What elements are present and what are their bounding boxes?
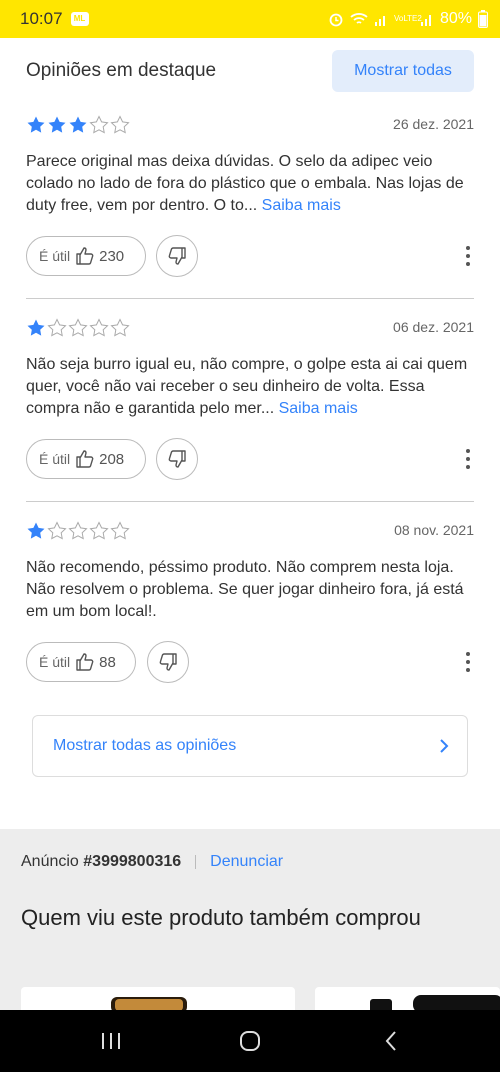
review-item: 06 dez. 2021 Não seja burro igual eu, nã… <box>26 318 474 488</box>
status-indicators: VoLTE2 80% <box>328 10 488 28</box>
useful-count: 208 <box>99 450 125 468</box>
useful-button[interactable]: É útil 230 <box>26 236 146 276</box>
alarm-icon <box>329 13 343 27</box>
thumbs-up-icon <box>76 653 94 671</box>
thumbs-down-icon <box>168 247 186 265</box>
battery-level: 80% <box>439 10 472 27</box>
home-icon[interactable] <box>238 1029 262 1053</box>
product-card[interactable] <box>315 987 500 1010</box>
review-item: 26 dez. 2021 Parece original mas deixa d… <box>26 115 474 285</box>
useful-label: É útil <box>39 248 71 264</box>
review-body: Não seja burro igual eu, não compre, o g… <box>26 356 468 417</box>
thumbs-down-icon <box>159 653 177 671</box>
star-empty-icon <box>89 318 109 337</box>
back-icon[interactable] <box>380 1029 404 1053</box>
read-more-link[interactable]: Saiba mais <box>262 197 341 214</box>
star-filled-icon <box>27 319 45 336</box>
recommendations-title: Quem viu este produto também comprou <box>21 905 421 930</box>
star-filled-icon <box>27 116 45 133</box>
star-empty-icon <box>68 318 88 337</box>
app-notification-icon: ML <box>70 12 89 26</box>
star-rating <box>26 318 130 338</box>
star-empty-icon <box>110 521 130 540</box>
review-date: 08 nov. 2021 <box>394 522 474 538</box>
signal-icon <box>374 16 385 26</box>
separator <box>195 855 197 869</box>
product-image <box>111 997 187 1010</box>
star-empty-icon <box>110 115 130 134</box>
more-options-icon[interactable] <box>462 244 474 268</box>
useful-count: 230 <box>99 247 125 265</box>
more-options-icon[interactable] <box>462 650 474 674</box>
product-image <box>370 995 500 1010</box>
thumbs-down-icon <box>168 450 186 468</box>
all-opinions-link[interactable]: Mostrar todas as opiniões <box>32 715 468 777</box>
more-options-icon[interactable] <box>462 447 474 471</box>
ad-line: Anúncio #3999800316 Denunciar <box>21 853 283 871</box>
review-item: 08 nov. 2021 Não recomendo, péssimo prod… <box>26 521 474 691</box>
network-label: VoLTE2 <box>393 14 422 23</box>
review-body: Não recomendo, péssimo produto. Não comp… <box>26 559 464 620</box>
star-filled-icon <box>27 522 45 539</box>
star-empty-icon <box>89 115 109 134</box>
star-empty-icon <box>89 521 109 540</box>
review-date: 06 dez. 2021 <box>393 319 474 335</box>
status-bar: 10:07 ML VoLTE2 80% <box>0 0 500 38</box>
review-date: 26 dez. 2021 <box>393 116 474 132</box>
useful-label: É útil <box>39 451 71 467</box>
reviews-header: Opiniões em destaque Mostrar todas <box>0 38 500 106</box>
thumbs-up-icon <box>76 247 94 265</box>
star-empty-icon <box>47 521 67 540</box>
system-nav-bar <box>0 1010 500 1072</box>
divider <box>26 501 474 502</box>
reviews-title: Opiniões em destaque <box>26 60 217 81</box>
recent-apps-icon[interactable] <box>99 1029 123 1053</box>
star-filled-icon <box>69 116 87 133</box>
star-rating <box>26 521 130 541</box>
battery-icon <box>478 10 488 28</box>
star-empty-icon <box>68 521 88 540</box>
star-filled-icon <box>48 116 66 133</box>
useful-button[interactable]: É útil 208 <box>26 439 146 479</box>
review-body: Parece original mas deixa dúvidas. O sel… <box>26 153 464 214</box>
review-text: Não recomendo, péssimo produto. Não comp… <box>26 557 474 623</box>
useful-button[interactable]: É útil 88 <box>26 642 136 682</box>
ad-label: Anúncio <box>21 853 79 870</box>
show-all-button[interactable]: Mostrar todas <box>332 50 474 92</box>
star-empty-icon <box>110 318 130 337</box>
wifi-icon <box>350 13 368 24</box>
thumbs-up-icon <box>76 450 94 468</box>
chevron-right-icon <box>440 739 449 753</box>
review-text: Não seja burro igual eu, não compre, o g… <box>26 354 474 420</box>
ad-number: #3999800316 <box>83 853 182 870</box>
read-more-link[interactable]: Saiba mais <box>279 400 358 417</box>
status-time: 10:07 <box>20 9 63 28</box>
listing-section: Anúncio #3999800316 Denunciar Quem viu e… <box>0 829 500 1010</box>
report-link[interactable]: Denunciar <box>210 853 283 871</box>
product-card[interactable] <box>21 987 295 1010</box>
not-useful-button[interactable] <box>156 438 198 480</box>
signal-icon-2 <box>420 15 431 26</box>
review-text: Parece original mas deixa dúvidas. O sel… <box>26 151 474 217</box>
not-useful-button[interactable] <box>156 235 198 277</box>
star-rating <box>26 115 130 135</box>
star-empty-icon <box>47 318 67 337</box>
all-opinions-label: Mostrar todas as opiniões <box>53 737 237 754</box>
useful-label: É útil <box>39 654 71 670</box>
useful-count: 88 <box>99 653 116 671</box>
not-useful-button[interactable] <box>147 641 189 683</box>
divider <box>26 298 474 299</box>
